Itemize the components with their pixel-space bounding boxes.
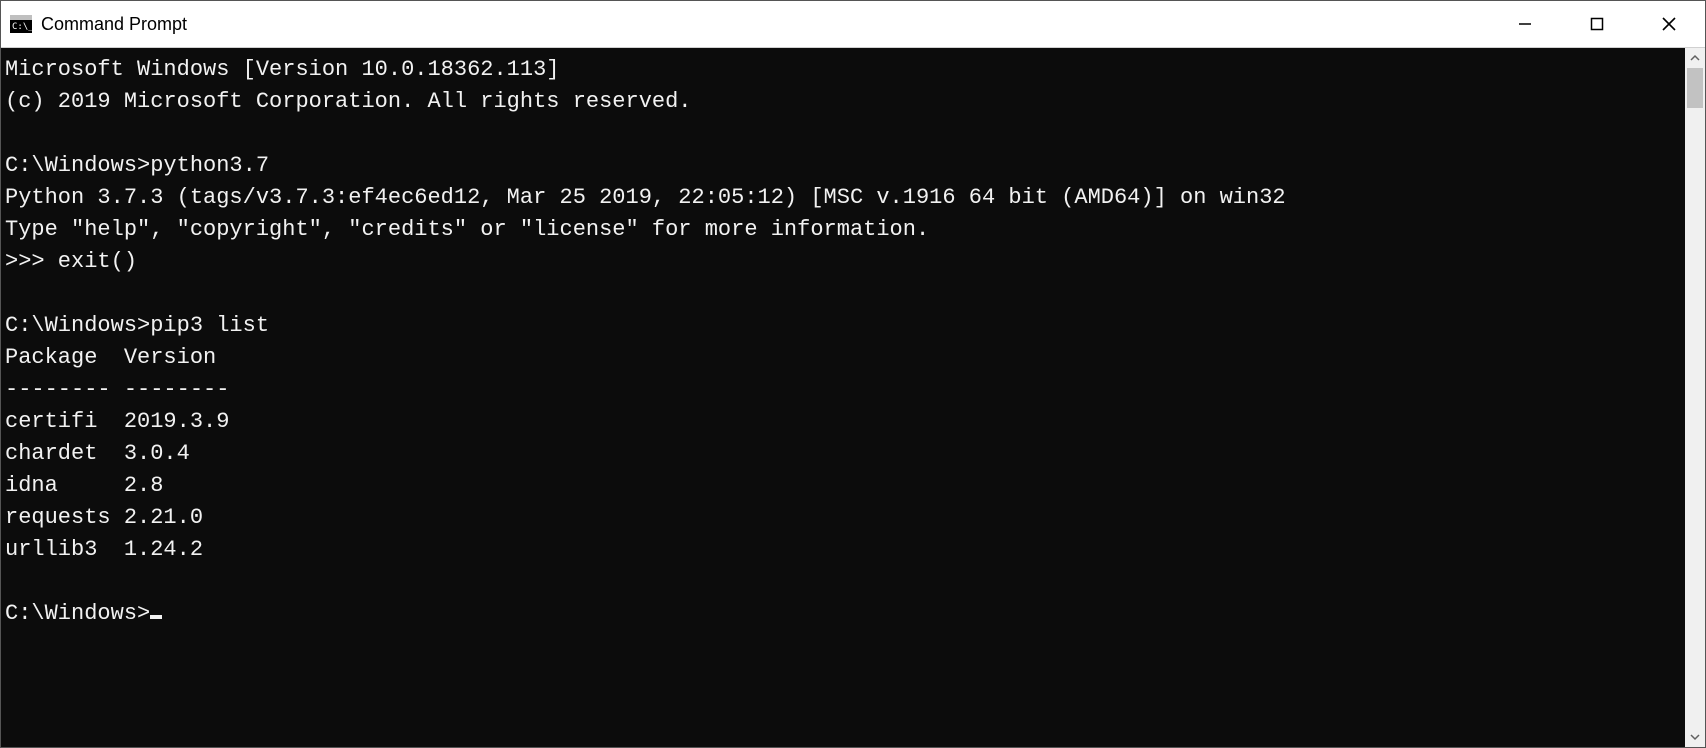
scroll-up-arrow-icon[interactable] xyxy=(1685,48,1705,68)
titlebar-left: C:\_ Command Prompt xyxy=(1,12,187,36)
terminal-output[interactable]: Microsoft Windows [Version 10.0.18362.11… xyxy=(1,48,1685,747)
minimize-button[interactable] xyxy=(1489,1,1561,47)
vertical-scrollbar[interactable] xyxy=(1685,48,1705,747)
maximize-button[interactable] xyxy=(1561,1,1633,47)
close-button[interactable] xyxy=(1633,1,1705,47)
titlebar[interactable]: C:\_ Command Prompt xyxy=(1,1,1705,48)
scroll-down-arrow-icon[interactable] xyxy=(1685,727,1705,747)
cmd-icon: C:\_ xyxy=(9,12,33,36)
client-area: Microsoft Windows [Version 10.0.18362.11… xyxy=(1,48,1705,747)
scrollbar-thumb[interactable] xyxy=(1687,68,1703,108)
cursor xyxy=(150,615,162,619)
window-controls xyxy=(1489,1,1705,47)
window-title: Command Prompt xyxy=(41,14,187,35)
scrollbar-track[interactable] xyxy=(1685,68,1705,727)
svg-text:C:\_: C:\_ xyxy=(12,22,32,32)
command-prompt-window: C:\_ Command Prompt Microsoft Windows [V… xyxy=(0,0,1706,748)
